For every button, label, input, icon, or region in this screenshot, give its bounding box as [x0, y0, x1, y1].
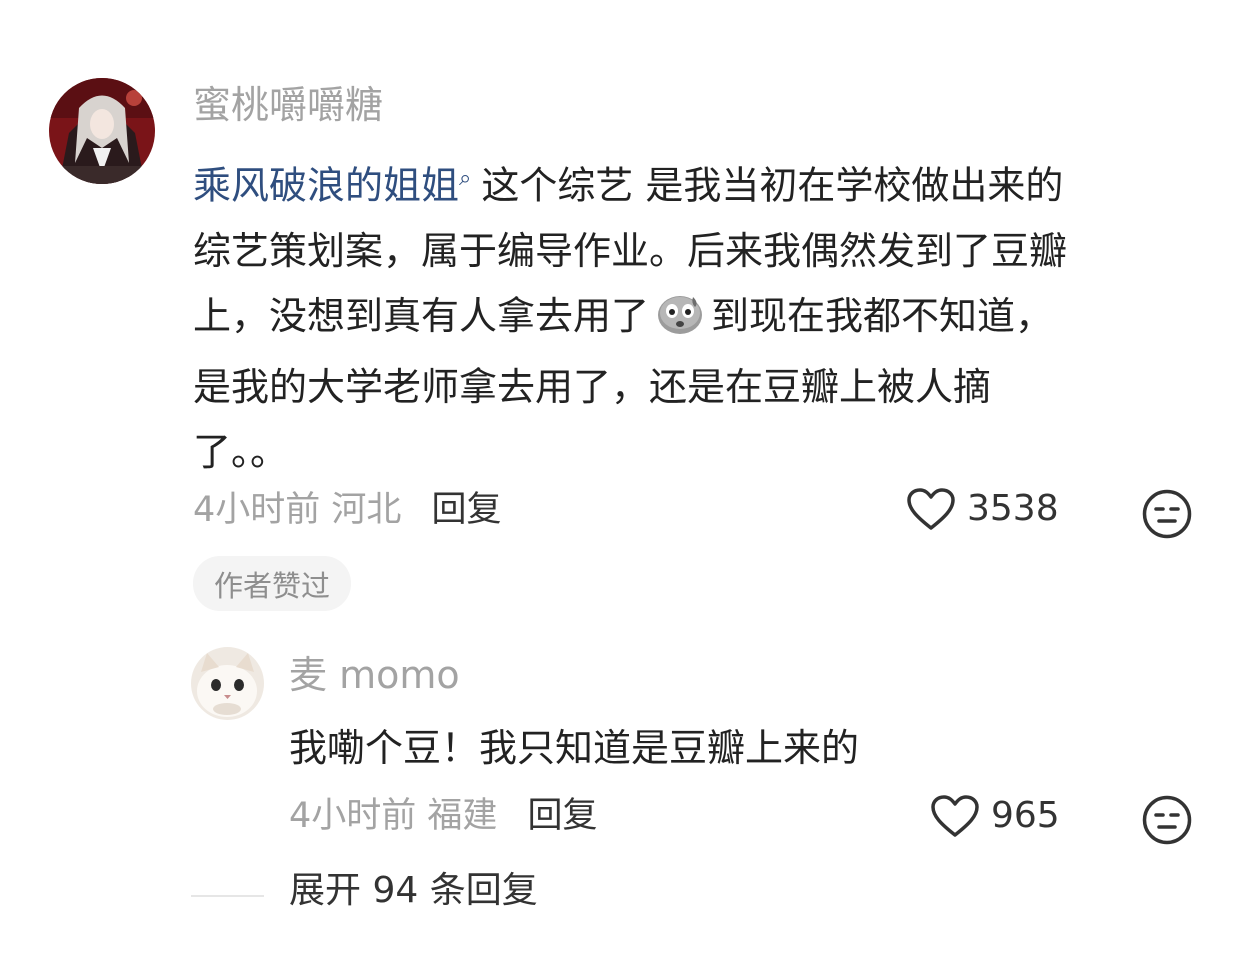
reply-reply-button[interactable]: 回复	[527, 796, 597, 836]
topic-link[interactable]: 乘风破浪的姐姐	[193, 164, 459, 208]
comment-text: 乘风破浪的姐姐⌕ 这个综艺 是我当初在学校做出来的 综艺策划案，属于编导作业。后来…	[193, 146, 1067, 485]
reply-button[interactable]: 回复	[431, 490, 501, 530]
dislike-button[interactable]	[1141, 488, 1193, 540]
comment-meta: 4小时前 河北 回复	[193, 488, 501, 532]
reply-like-button[interactable]: 965	[929, 793, 1060, 839]
search-icon[interactable]: ⌕	[459, 166, 471, 191]
expressionless-face-icon	[1142, 795, 1192, 845]
heart-outline-icon	[907, 488, 955, 530]
comment-line-2: 综艺策划案，属于编导作业。后来我偶然发到了豆瓣	[193, 228, 1068, 273]
reply-location: 福建	[427, 796, 498, 836]
reply-avatar[interactable]	[191, 647, 264, 720]
username[interactable]: 蜜桃嚼嚼糖	[193, 82, 383, 128]
comment-line-1: 这个综艺 是我当初在学校做出来的	[481, 163, 1064, 208]
sweating-potato-emoji	[655, 290, 705, 355]
comment-time: 4小时前	[193, 490, 321, 530]
expand-replies-button[interactable]: 展开 94 条回复	[289, 868, 538, 914]
reply-like-count: 965	[991, 795, 1060, 836]
like-count: 3538	[967, 488, 1059, 529]
reply-dislike-button[interactable]	[1141, 794, 1193, 846]
expand-divider	[191, 895, 264, 897]
reply-time: 4小时前	[289, 796, 417, 836]
reply-text: 我嘞个豆！我只知道是豆瓣上来的	[289, 726, 860, 770]
avatar[interactable]	[49, 78, 155, 184]
expressionless-face-icon	[1142, 489, 1192, 539]
comment-line-5: 是我的大学老师拿去用了，还是在豆瓣上被人摘	[193, 364, 992, 409]
comment-line-3: 上，没想到真有人拿去用了	[193, 293, 650, 338]
like-button[interactable]: 3538	[905, 486, 1059, 532]
reply-username[interactable]: 麦 momo	[289, 652, 460, 698]
author-liked-badge: 作者赞过	[193, 556, 351, 611]
comment-location: 河北	[331, 490, 402, 530]
reply-meta: 4小时前 福建 回复	[289, 794, 597, 838]
heart-outline-icon	[931, 795, 979, 837]
comment-line-6: 了。。	[193, 429, 289, 474]
comment-thread: 蜜桃嚼嚼糖 乘风破浪的姐姐⌕ 这个综艺 是我当初在学校做出来的 综艺策划案，属于编…	[0, 0, 1242, 965]
comment-line-4: 到现在我都不知道，	[711, 293, 1054, 338]
